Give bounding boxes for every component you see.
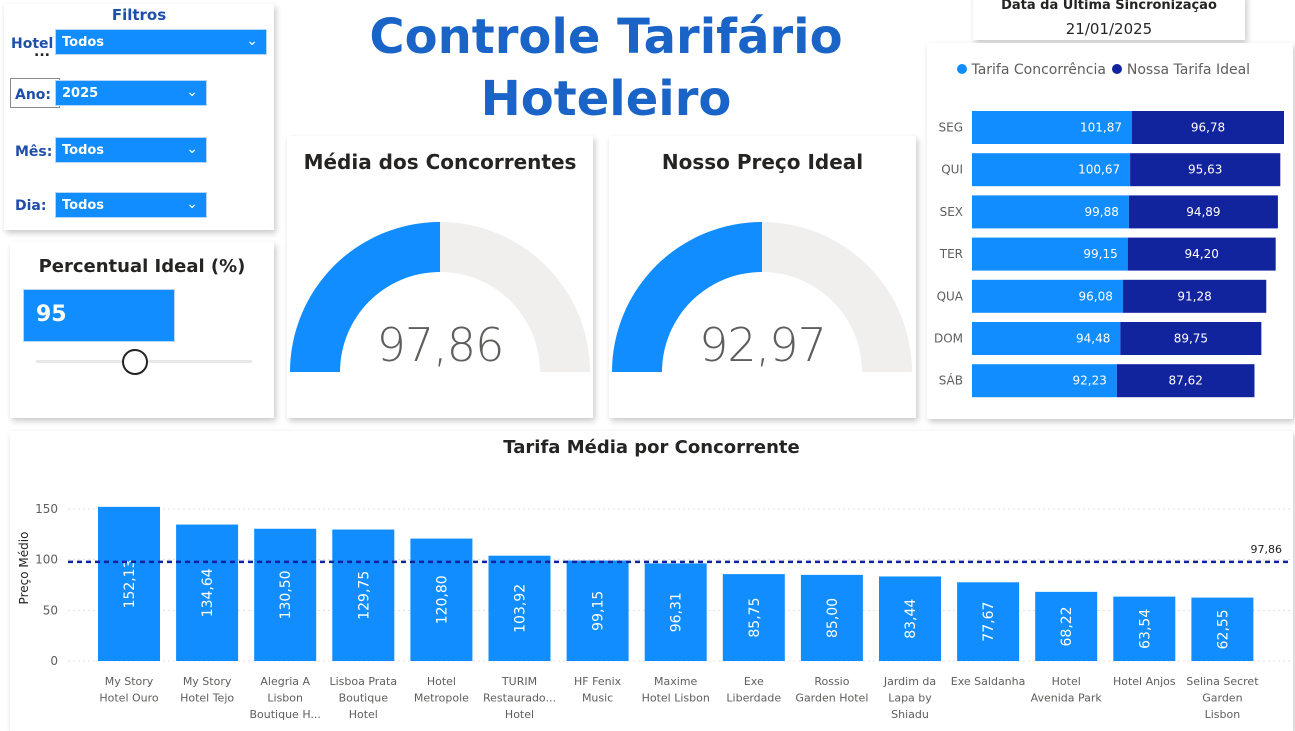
competitor-category-label: Alegria A Lisbon Boutique H... [249,675,320,721]
competitor-bar-value-label: 134,64 [200,568,216,617]
competitor-rate-label: 101,87 [1080,121,1122,135]
gauge-card-competitors: Média dos Concorrentes 97,86 [287,136,593,418]
ideal-rate-label: 89,75 [1174,332,1208,346]
competitor-rate-label: 96,08 [1079,289,1113,303]
weekday-category-label: DOM [934,332,963,346]
ideal-rate-label: 95,63 [1188,163,1222,177]
competitor-bar-value-label: 129,75 [356,571,372,620]
ideal-rate-label: 94,20 [1185,247,1219,261]
competitor-category-label: Jardim da Lapa by Shiadu [883,675,936,721]
competitor-rate-label: 99,15 [1083,247,1117,261]
average-reference-label: 97,86 [1251,543,1283,556]
competitor-category-label: Lisboa Prata Boutique Hotel [329,675,397,721]
competitor-category-label: My Story Hotel Ouro [99,675,159,705]
competitor-tariff-card: Tarifa Média por Concorrente 0 50 100 150 Pr… [10,431,1293,731]
competitor-category-label: Rossio Garden Hotel [795,675,868,705]
ideal-rate-label: 94,89 [1186,205,1220,219]
filters-panel: Filtros ... Hotel: Todos ⌄ Ano: 2025 ⌄ M… [4,4,274,230]
competitor-category-label: TURIM Restaurado... Hotel [483,675,556,721]
competitor-category-label: Hotel Anjos [1113,675,1176,688]
weekday-category-label: SÁB [939,373,963,388]
competitor-bar-value-label: 96,31 [669,592,685,632]
competitor-bar-value-label: 85,00 [825,598,841,638]
y-tick-label: 100 [35,553,58,567]
hotel-filter-dropdown[interactable]: Todos ⌄ [55,29,267,55]
competitor-bar-value-label: 63,54 [1137,609,1153,649]
competitor-rate-label: 94,48 [1076,332,1110,346]
gauge-value: 92,97 [699,318,827,372]
page-title-line1: Controle Tarifário [369,9,843,65]
sync-card: Data da Ultima Sincronização 21/01/2025 [973,0,1245,40]
competitor-bar-value-label: 68,22 [1059,606,1075,646]
gauge-card-ideal-price: Nosso Preço Ideal 92,97 [609,136,916,418]
weekday-category-label: QUI [941,163,963,177]
competitor-bar-value-label: 62,55 [1215,609,1231,649]
y-axis-label: Preço Médio [17,532,31,605]
chevron-down-icon: ⌄ [186,84,198,100]
ano-filter-value: 2025 [62,86,99,101]
filters-heading: Filtros [111,6,167,24]
competitor-rate-label: 92,23 [1072,374,1106,388]
competitor-bar-value-label: 77,67 [981,602,997,642]
ano-filter-dropdown[interactable]: 2025 ⌄ [55,80,207,106]
percent-slider-handle[interactable] [122,349,148,375]
gauge-chart [290,222,590,372]
sync-label: Data da Ultima Sincronização [1001,0,1217,13]
weekday-category-label: TER [939,247,963,261]
y-tick-label: 0 [50,654,58,668]
weekday-category-label: SEG [939,121,964,135]
percent-ideal-card: Percentual Ideal (%) 95 [10,242,274,418]
competitor-category-label: Exe Liberdade [726,675,781,705]
competitor-category-label: HF Fenix Music [574,675,622,705]
chevron-down-icon: ⌄ [246,33,258,49]
hotel-filter-value: Todos [62,35,105,50]
competitor-rate-label: 99,88 [1085,205,1119,219]
competitor-bar-value-label: 103,92 [513,584,529,633]
weekday-category-label: SEX [940,205,963,219]
dia-filter-label: Dia: [15,198,47,214]
page-title-line2: Hoteleiro [480,71,732,127]
percent-ideal-value: 95 [36,302,67,327]
competitor-bar-value-label: 83,44 [903,599,919,639]
chevron-down-icon: ⌄ [186,141,198,157]
competitor-bar-value-label: 99,15 [591,591,607,631]
competitor-bar-chart: 0 50 100 150 Preço Médio 152,13 My Story Hotel … [17,502,1290,721]
weekday-tariff-card: Tarifa Concorrência Nossa Tarifa Ideal S… [927,43,1293,419]
competitor-category-label: Hotel Metropole [414,675,469,705]
y-tick-label: 50 [43,603,58,617]
percent-ideal-title: Percentual Ideal (%) [38,256,246,277]
weekday-category-label: QUA [937,289,964,303]
mes-filter-dropdown[interactable]: Todos ⌄ [55,137,207,163]
mes-filter-value: Todos [62,143,105,158]
weekday-stacked-bar-chart: SEG 101,87 96,78 QUI 100,67 95,63 SEX 99,88 94,8… [934,111,1284,398]
dia-filter-value: Todos [62,198,105,213]
gauge-chart [612,222,912,372]
gauge-value: 97,86 [376,318,505,372]
page-title: Controle Tarifário Hoteleiro [300,6,912,130]
competitor-bar-value-label: 152,13 [122,559,138,608]
mes-filter-label: Mês: [15,144,53,160]
competitor-category-label: Maxime Hotel Lisbon [642,675,710,705]
sync-date: 21/01/2025 [1065,20,1153,38]
dia-filter-dropdown[interactable]: Todos ⌄ [55,192,207,218]
ideal-rate-label: 96,78 [1191,121,1225,135]
y-tick-label: 150 [35,502,58,516]
percent-ideal-input[interactable]: 95 [23,289,175,342]
competitor-bar-value-label: 130,50 [278,570,294,619]
competitor-category-label: My Story Hotel Tejo [180,675,234,705]
ano-filter-label: Ano: [15,87,52,103]
chevron-down-icon: ⌄ [186,196,198,212]
ideal-rate-label: 91,28 [1177,289,1211,303]
competitor-rate-label: 100,67 [1078,163,1120,177]
competitor-category-label: Exe Saldanha [951,675,1026,688]
competitor-category-label: Selina Secret Garden Lisbon [1186,675,1259,721]
competitor-bar-value-label: 85,75 [747,598,763,638]
competitor-category-label: Hotel Avenida Park [1031,675,1103,705]
hotel-filter-label: Hotel: [11,36,59,52]
ideal-rate-label: 87,62 [1168,374,1202,388]
competitor-bar-value-label: 120,80 [434,575,450,624]
